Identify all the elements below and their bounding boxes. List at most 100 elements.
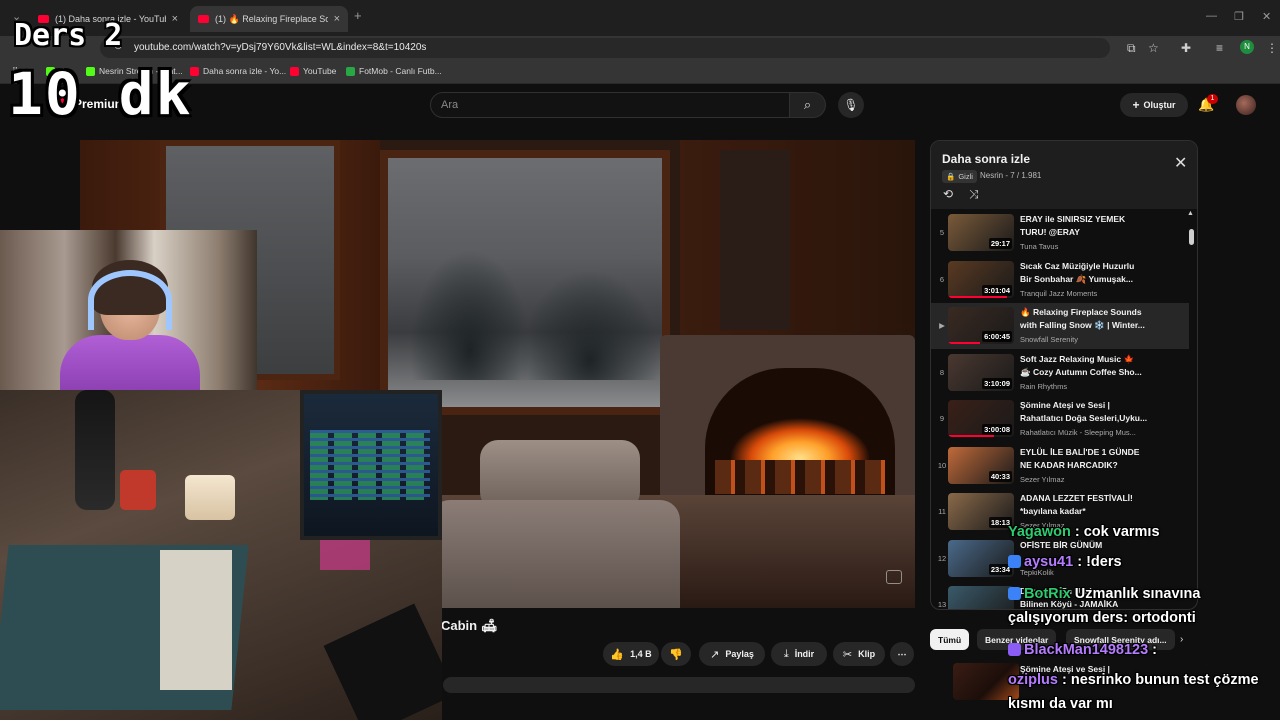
dislike-button[interactable]: 👎	[661, 642, 691, 666]
playlist-item-thumbnail[interactable]: 3:01:04	[948, 260, 1014, 298]
bookmark-watch-later[interactable]: Daha sonra izle - Yo...	[190, 66, 286, 76]
youtube-icon	[290, 66, 299, 76]
playlist-item-thumbnail[interactable]: 29:17	[948, 214, 1014, 251]
clip-button[interactable]: ✂ Klip	[833, 642, 885, 666]
search-icon: ⌕	[803, 97, 812, 112]
plus-icon: +	[1132, 98, 1140, 112]
bookmark-star-icon[interactable]: ☆	[1148, 41, 1159, 55]
youtube-favicon-icon	[198, 15, 209, 23]
study-timer: 10 dk	[8, 60, 193, 128]
chrome-menu-icon[interactable]: ⋮	[1266, 41, 1278, 55]
chat-text: : !ders	[1073, 554, 1122, 570]
chat-badge-icon	[1008, 555, 1021, 568]
playlist-item[interactable]: 6 3:01:04 Sıcak Caz Müziğiyle Huzurlu Bir S…	[931, 257, 1189, 303]
close-playlist-icon[interactable]: ✕	[1174, 153, 1187, 173]
playlist-item-thumbnail[interactable]: 23:34	[948, 539, 1014, 577]
playlist-item-index: 10	[937, 460, 947, 470]
description-box[interactable]	[443, 677, 915, 693]
account-avatar[interactable]	[1236, 95, 1256, 115]
fireplace-opening	[705, 368, 895, 498]
playlist-item[interactable]: ▶ 6:00:45 🔥 Relaxing Fireplace Sounds with …	[931, 303, 1189, 349]
address-bar-row: ⊙ youtube.com/watch?v=yDsj79Y60Vk&list=W…	[0, 36, 1280, 60]
fotmob-icon	[346, 66, 355, 76]
create-label: Oluştur	[1143, 100, 1176, 110]
clip-label: Klip	[858, 649, 876, 659]
headset-icon	[88, 270, 172, 330]
playlist-title[interactable]: Daha sonra izle	[942, 152, 1030, 166]
search-input[interactable]: Ara	[430, 92, 790, 118]
chat-username: oziplus	[1008, 672, 1058, 688]
bookmark-fotmob[interactable]: FotMob - Canlı Futb...	[346, 66, 442, 76]
channel-watermark-icon[interactable]	[886, 570, 902, 584]
bookmark-youtube[interactable]: YouTube	[290, 66, 336, 76]
like-button[interactable]: 👍 1,4 B	[603, 642, 659, 666]
profile-avatar[interactable]: N	[1240, 40, 1254, 54]
playlist-item-thumbnail[interactable]: 18:13	[948, 493, 1014, 530]
close-tab-icon[interactable]: ×	[172, 13, 178, 25]
playlist-item-thumbnail[interactable]: 6:00:45	[948, 307, 1014, 344]
playlist-owner-progress: Nesrin - 7 / 1.981	[980, 171, 1042, 180]
chat-message: BlackMan1498123 :	[1008, 638, 1280, 662]
create-button[interactable]: + Oluştur	[1120, 93, 1188, 117]
playlist-item[interactable]: 10 40:33 EYLÜL İLE BALİ'DE 1 GÜNDE NE KADAR…	[931, 443, 1189, 489]
browser-tab-strip: ⌄ (1) Daha sonra izle - YouTube × (1) 🔥 …	[0, 0, 1280, 36]
playlist-item-title: ERAY ile SINIRSIZ YEMEK TURU! @ERAY	[1020, 214, 1126, 237]
playlist-item[interactable]: 8 3:10:09 Soft Jazz Relaxing Music 🍁 ☕ Cozy…	[931, 350, 1189, 396]
search-button[interactable]: ⌕	[790, 92, 826, 118]
lesson-label: Ders 2	[14, 18, 123, 53]
share-icon: ↗	[710, 648, 720, 661]
cast-icon[interactable]: ⧉	[1127, 41, 1136, 56]
chat-text: :	[1148, 642, 1158, 658]
close-window-icon[interactable]: ✕	[1262, 10, 1271, 23]
notification-count-badge: 1	[1207, 94, 1218, 104]
playlist-header: Daha sonra izle 🔒 Gizli Nesrin - 7 / 1.9…	[931, 141, 1197, 209]
duration-badge: 29:17	[988, 238, 1012, 249]
url-bar[interactable]: ⊙ youtube.com/watch?v=yDsj79Y60Vk&list=W…	[100, 38, 1110, 58]
close-tab-icon[interactable]: ×	[334, 13, 340, 25]
microphone-icon: 🎙	[843, 98, 859, 112]
chat-text: : cok varmıs	[1070, 524, 1160, 540]
playlist-scrollbar[interactable]	[1189, 229, 1194, 245]
chat-username: BlackMan1498123	[1024, 642, 1149, 658]
playlist-item-thumbnail[interactable]: 40:33	[948, 446, 1014, 484]
minimize-icon[interactable]: —	[1206, 10, 1217, 22]
study-book-pages	[160, 550, 232, 690]
privacy-badge: 🔒 Gizli	[942, 170, 977, 183]
knit-blanket	[430, 500, 680, 608]
playlist-item-thumbnail[interactable]: 3:10:09	[948, 353, 1014, 391]
shuffle-icon[interactable]: ⤨	[969, 187, 979, 202]
extensions-icon[interactable]: ✚	[1181, 41, 1191, 55]
duration-badge: 3:10:09	[982, 377, 1012, 389]
thumbs-down-icon: 👎	[669, 648, 683, 661]
face-webcam	[0, 230, 257, 390]
chat-message: BotRix Uzmanlık sınavına çalışıyorum der…	[1008, 582, 1280, 630]
tab-fireplace-video[interactable]: (1) 🔥 Relaxing Fireplace Sound ×	[190, 6, 348, 32]
stone-chimney	[720, 150, 790, 330]
playlist-item-thumbnail[interactable]: 3:00:08	[948, 400, 1014, 437]
playlist-item-channel: Sezer Yılmaz	[1020, 474, 1065, 484]
duration-badge: 3:00:08	[982, 424, 1012, 435]
chat-message: Yagawon : cok varmıs	[1008, 520, 1280, 544]
download-label: İndir	[794, 649, 815, 659]
new-tab-button[interactable]: +	[354, 8, 362, 23]
download-icon: ⤓	[783, 647, 789, 660]
duration-badge: 6:00:45	[982, 331, 1012, 342]
playlist-item[interactable]: 9 3:00:08 Şömine Ateşi ve Sesi | Rahatlatıc…	[931, 396, 1189, 442]
maximize-icon[interactable]: ❐	[1234, 10, 1244, 23]
more-actions-button[interactable]: ⋯	[890, 642, 914, 666]
chip-all[interactable]: Tümü	[930, 629, 970, 650]
playlist-item-thumbnail[interactable]	[948, 586, 1014, 609]
playlist-item-channel: Rain Rhythms	[1020, 381, 1068, 391]
playlist-item[interactable]: 5 29:17 ERAY ile SINIRSIZ YEMEK TURU! @ERAY…	[931, 210, 1189, 256]
download-button[interactable]: ⤓ İndir	[771, 642, 827, 666]
playlist-item-channel: Tuna Tavus	[1020, 242, 1059, 251]
voice-search-button[interactable]: 🎙	[838, 92, 864, 118]
mug	[120, 470, 156, 510]
reading-list-icon[interactable]: ≡	[1216, 41, 1223, 55]
loop-icon[interactable]: ⟲	[943, 187, 953, 201]
duration-badge: 3:01:04	[982, 284, 1012, 296]
bookmark-label: Daha sonra izle - Yo...	[203, 66, 287, 76]
share-button[interactable]: ↗ Paylaş	[699, 642, 765, 666]
burning-logs	[715, 460, 885, 494]
watch-progress-bar	[948, 295, 1008, 298]
